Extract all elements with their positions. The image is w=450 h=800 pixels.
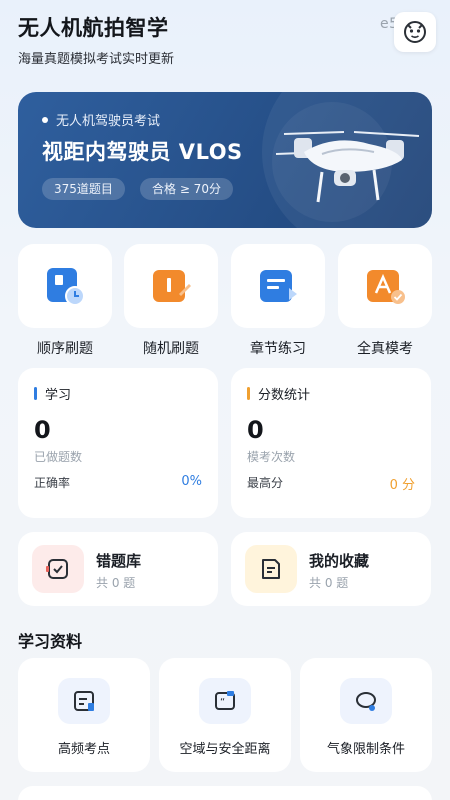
header: 无人机航拍智学 海量真题模拟考试实时更新	[18, 12, 174, 67]
favorites-title: 我的收藏	[309, 552, 370, 570]
mock-exam-icon	[367, 270, 405, 304]
sequential-practice-button[interactable]	[18, 244, 112, 328]
chapter-practice-button[interactable]	[231, 244, 325, 328]
study-stats-heading: 学习	[34, 384, 71, 403]
material-airspace[interactable]: “ 空域与安全距离	[159, 658, 291, 772]
score-heading-text: 分数统计	[258, 388, 311, 403]
score-stats-card[interactable]: 分数统计 0 模考次数 最高分 0 分	[231, 368, 431, 518]
mock-exam-caption: 模考次数	[247, 450, 296, 464]
wrong-book-title: 错题库	[96, 552, 142, 570]
score-stats-heading: 分数统计	[247, 384, 310, 403]
app-subtitle: 海量真题模拟考试实时更新	[18, 52, 175, 67]
exam-banner[interactable]: 无人机驾驶员考试 视距内驾驶员 VLOS 375道题目 合格 ≥ 70分	[18, 92, 432, 228]
mock-exam-count: 0	[247, 416, 264, 444]
questions-done-caption: 已做题数	[34, 450, 83, 464]
favorites-icon	[262, 559, 280, 579]
svg-text:“: “	[220, 697, 225, 708]
question-count-badge: 375道题目	[42, 178, 125, 200]
favorites-count: 共 0 题	[309, 576, 349, 590]
exam-category-label: 无人机驾驶员考试	[56, 114, 161, 129]
chat-bubble-icon	[356, 692, 376, 711]
material-label: 高频考点	[57, 742, 110, 757]
accuracy-label: 正确率	[34, 476, 71, 490]
customer-service-button[interactable]	[394, 12, 436, 52]
material-label: 气象限制条件	[326, 742, 405, 757]
app-title: 无人机航拍智学	[18, 16, 169, 40]
wrong-questions-card[interactable]: 错题库 共 0 题	[18, 532, 218, 606]
materials-heading: 学习资料	[18, 632, 83, 651]
sequential-practice-icon	[47, 268, 85, 306]
favorites-icon-wrap	[245, 545, 297, 593]
exam-category: 无人机驾驶员考试	[42, 110, 160, 129]
wrong-book-icon-wrap	[32, 545, 84, 593]
document-icon	[74, 691, 94, 711]
best-score-label: 最高分	[247, 476, 284, 490]
questions-done-count: 0	[34, 416, 51, 444]
material-label: 空域与安全距离	[179, 742, 271, 757]
accuracy-value: 0%	[181, 474, 202, 489]
chapter-practice-label: 章节练习	[250, 341, 306, 357]
next-card-peek	[18, 786, 432, 800]
material-icon-wrap	[58, 678, 110, 724]
mock-exam-label: 全真模考	[357, 341, 413, 357]
study-stats-card[interactable]: 学习 0 已做题数 正确率 0%	[18, 368, 218, 518]
material-icon-wrap: “	[199, 678, 251, 724]
quote-icon: “	[215, 691, 235, 710]
material-weather[interactable]: 气象限制条件	[300, 658, 432, 772]
sequential-practice-label: 顺序刷题	[37, 341, 93, 357]
mock-exam-button[interactable]	[338, 244, 432, 328]
robot-mascot-icon	[404, 21, 426, 43]
study-heading-text: 学习	[45, 388, 72, 403]
pass-score-badge: 合格 ≥ 70分	[140, 178, 233, 200]
best-score-value: 0 分	[389, 478, 415, 493]
exam-title: 视距内驾驶员 VLOS	[42, 140, 243, 164]
random-practice-button[interactable]	[124, 244, 218, 328]
wrong-book-count: 共 0 题	[96, 576, 136, 590]
random-practice-label: 随机刷题	[143, 341, 199, 357]
chapter-practice-icon	[260, 270, 297, 302]
wrong-book-icon	[46, 559, 68, 579]
random-practice-icon	[153, 270, 191, 302]
material-high-frequency[interactable]: 高频考点	[18, 658, 150, 772]
material-icon-wrap	[340, 678, 392, 724]
drone-image	[275, 131, 420, 203]
favorites-card[interactable]: 我的收藏 共 0 题	[231, 532, 431, 606]
